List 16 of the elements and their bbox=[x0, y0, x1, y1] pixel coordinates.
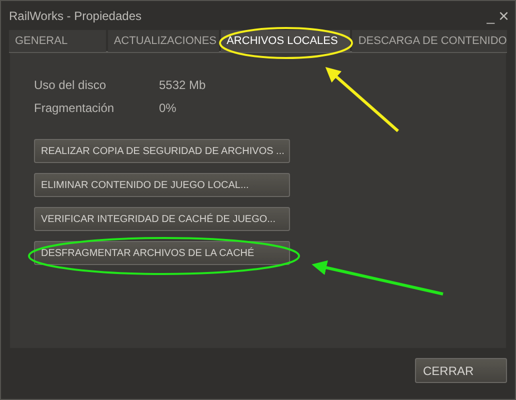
window-title: RailWorks - Propiedades bbox=[9, 8, 142, 24]
minimize-button[interactable]: _ bbox=[486, 8, 494, 22]
info-value: 5532 Mb bbox=[159, 77, 206, 91]
action-button[interactable]: DESFRAGMENTAR ARCHIVOS DE LA CACHÉ bbox=[34, 241, 290, 265]
close-button[interactable]: CERRAR bbox=[415, 358, 507, 383]
action-button[interactable]: ELIMINAR CONTENIDO DE JUEGO LOCAL... bbox=[34, 173, 290, 197]
tab[interactable]: DESCARGA DE CONTENIDO bbox=[352, 30, 508, 52]
action-button[interactable]: REALIZAR COPIA DE SEGURIDAD DE ARCHIVOS ... bbox=[34, 139, 290, 163]
info-label: Uso del disco bbox=[34, 77, 108, 91]
info-label: Fragmentación bbox=[34, 100, 116, 114]
close-button[interactable]: × bbox=[498, 6, 509, 24]
action-button[interactable]: VERIFICAR INTEGRIDAD DE CACHÉ DE JUEGO... bbox=[34, 207, 290, 231]
tab[interactable]: ACTUALIZACIONES bbox=[108, 30, 219, 52]
info-value: 0% bbox=[159, 100, 176, 114]
tab[interactable]: GENERAL bbox=[9, 30, 106, 52]
tab[interactable]: ARCHIVOS LOCALES bbox=[220, 30, 350, 52]
